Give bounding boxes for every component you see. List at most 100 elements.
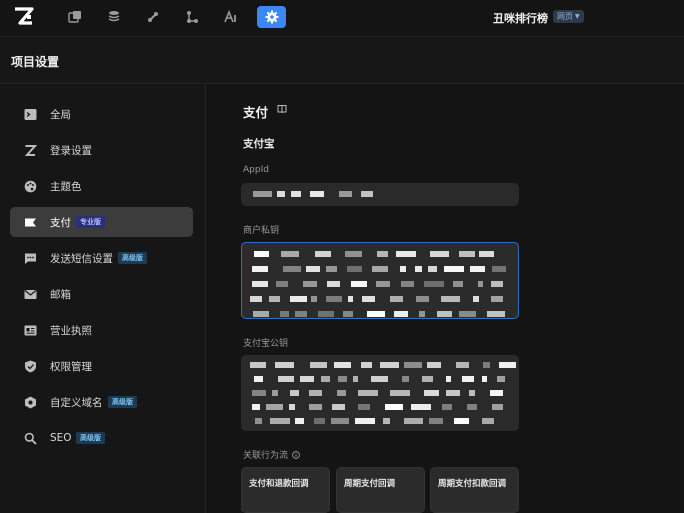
masked-text-block [253, 311, 270, 317]
sidebar-item-login[interactable]: 登录设置 [10, 135, 193, 165]
top-bar: 丑咪排行榜 网页 ▼ [0, 0, 684, 36]
recurring-payment-callback-card[interactable]: 周期支付回调 [336, 467, 425, 513]
related-workflow-label: 关联行为流 [243, 448, 300, 461]
masked-text-block [306, 266, 321, 272]
masked-text-block [379, 362, 399, 368]
logo-icon[interactable] [13, 7, 35, 27]
sidebar-item-label: 全局 [50, 108, 71, 121]
masked-text-block [458, 311, 476, 317]
pages-icon[interactable] [62, 6, 88, 28]
payment-refund-callback-card[interactable]: 支付和退款回调 [241, 467, 330, 513]
public-key-textarea[interactable] [241, 355, 519, 431]
masked-text-block [326, 296, 343, 302]
masked-text-block [277, 191, 286, 197]
plugin-icon[interactable] [140, 6, 166, 28]
masked-text-block [350, 281, 367, 287]
private-key-textarea[interactable] [241, 242, 519, 319]
sidebar-item-theme[interactable]: 主题色 [10, 171, 193, 201]
project-name[interactable]: 丑咪排行榜 [493, 10, 548, 26]
masked-text-block [357, 390, 378, 396]
terminal-icon [23, 107, 37, 121]
masked-text-block [401, 281, 415, 287]
masked-text-block [396, 251, 417, 257]
section-title: 支付 [243, 105, 269, 120]
masked-text-block [390, 390, 411, 396]
masked-text-block [314, 418, 326, 424]
sidebar-item-label: 支付 [50, 216, 71, 229]
info-icon[interactable] [292, 450, 300, 459]
sidebar-item-sms[interactable]: 发送短信设置 高级版 [10, 243, 193, 273]
masked-text-block [358, 404, 371, 410]
pro-badge: 专业版 [76, 216, 105, 228]
masked-text-block [470, 266, 486, 272]
masked-text-block [345, 251, 363, 257]
domain-icon [23, 395, 37, 409]
page-header: 项目设置 [0, 36, 684, 84]
appid-label: AppId [243, 165, 269, 175]
masked-text-block [437, 311, 453, 317]
masked-text-block [250, 296, 263, 302]
recurring-deduction-callback-card[interactable]: 周期支付扣款回调 [430, 467, 519, 513]
masked-text-block [251, 404, 260, 410]
ai-icon[interactable] [218, 6, 244, 28]
sidebar-item-domain[interactable]: 自定义域名 高级版 [10, 387, 193, 417]
masked-text-block [375, 281, 390, 287]
sidebar-item-seo[interactable]: SEO 高级版 [10, 423, 193, 453]
masked-text-block [428, 266, 438, 272]
sidebar-item-label: 权限管理 [50, 360, 92, 373]
masked-text-block [318, 311, 335, 317]
platform-dropdown[interactable]: 网页 ▼ [553, 10, 584, 23]
masked-text-block [389, 296, 403, 302]
card-label: 周期支付扣款回调 [438, 479, 507, 489]
masked-text-block [489, 390, 503, 396]
masked-text-block [330, 418, 349, 424]
sidebar-item-payment[interactable]: 支付 专业版 [10, 207, 193, 237]
sidebar-item-global[interactable]: 全局 [10, 99, 193, 129]
related-workflow-text: 关联行为流 [243, 451, 289, 461]
masked-text-block [446, 376, 452, 382]
masked-text-block [366, 311, 385, 317]
appid-input[interactable] [241, 183, 519, 206]
masked-text-block [320, 376, 330, 382]
masked-text-block [310, 296, 317, 302]
masked-text-block [289, 390, 299, 396]
masked-text-block [274, 362, 294, 368]
settings-icon[interactable] [257, 6, 286, 28]
masked-text-block [472, 296, 479, 302]
workflow-icon[interactable] [179, 6, 205, 28]
masked-text-block [444, 266, 465, 272]
mail-icon [23, 287, 37, 301]
masked-text-block [251, 390, 266, 396]
masked-text-block [308, 390, 322, 396]
masked-text-block [482, 418, 495, 424]
masked-text-block [455, 362, 469, 368]
masked-text-block [370, 376, 388, 382]
masked-text-block [376, 251, 388, 257]
card-label: 周期支付回调 [344, 479, 396, 489]
masked-text-block [441, 404, 452, 410]
database-icon[interactable] [101, 6, 127, 28]
masked-text-block [278, 376, 294, 382]
page-title: 项目设置 [11, 55, 60, 69]
masked-text-block [440, 296, 460, 302]
masked-text-block [362, 296, 376, 302]
sidebar-item-label: 自定义域名 [50, 396, 103, 409]
docs-icon[interactable] [277, 104, 287, 114]
masked-text-block [271, 390, 278, 396]
sidebar-item-license[interactable]: 营业执照 [10, 315, 193, 345]
platform-label: 网页 [557, 12, 573, 21]
masked-text-block [424, 390, 440, 396]
search-icon [23, 431, 37, 445]
masked-text-block [289, 404, 296, 410]
masked-text-block [269, 296, 281, 302]
masked-text-block [497, 376, 506, 382]
alipay-subtitle: 支付宝 [243, 138, 275, 150]
sidebar-item-permissions[interactable]: 权限管理 [10, 351, 193, 381]
login-icon [23, 143, 37, 157]
masked-text-block [338, 376, 348, 382]
sidebar-item-label: 营业执照 [50, 324, 92, 337]
masked-text-block [314, 251, 331, 257]
sidebar-item-mail[interactable]: 邮箱 [10, 279, 193, 309]
masked-text-block [393, 311, 408, 317]
masked-text-block [479, 251, 495, 257]
